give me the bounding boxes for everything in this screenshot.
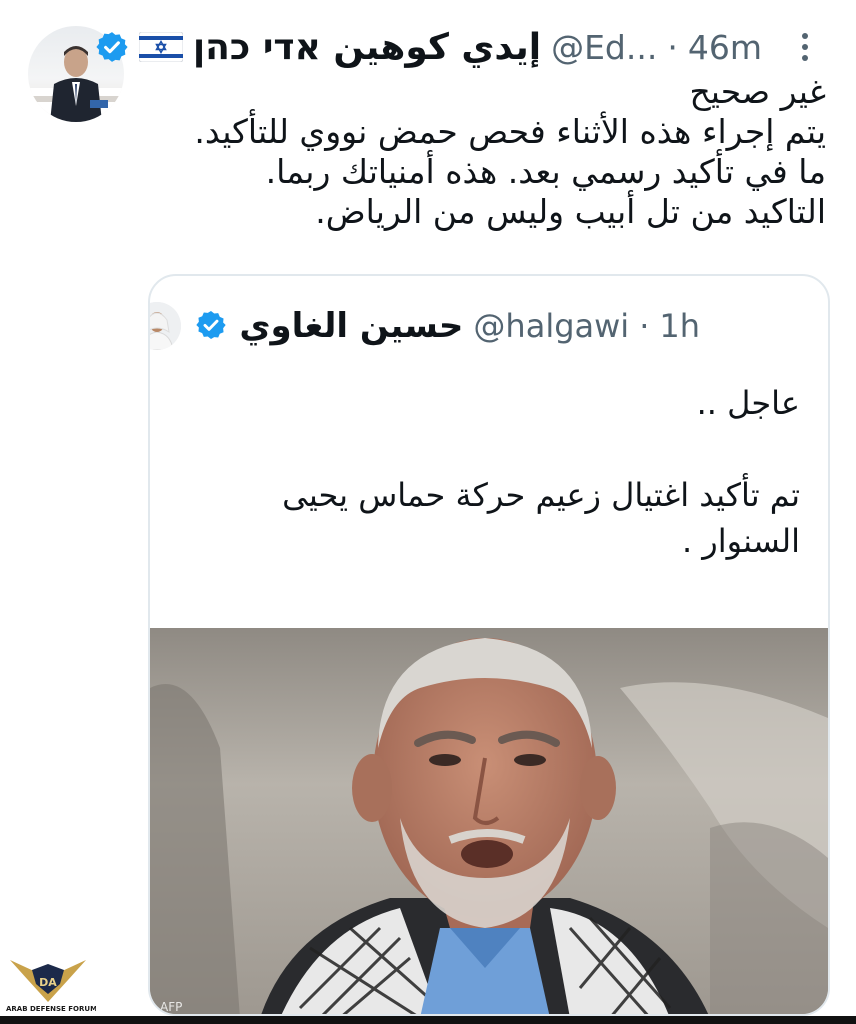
quoted-separator-dot: · <box>639 307 650 345</box>
bottom-strip <box>0 1016 856 1024</box>
quoted-text-line: عاجل .. <box>696 384 800 422</box>
quoted-tweet-text: عاجل .. تم تأكيد اغتيال زعيم حركة حماس ي… <box>180 380 800 564</box>
tweet-text-line: يتم إجراء هذه الأثناء فحص حمض نووي للتأك… <box>194 112 826 151</box>
tweet-text-line: التاكيد من تل أبيب وليس من الرياض. <box>315 192 826 231</box>
tweet-text-line: غير صحيح <box>689 72 827 111</box>
quoted-author-handle[interactable]: @halgawi <box>473 307 629 345</box>
tweet-card[interactable]: إيدي كوهين אדי כהן @Ed... · 46m غير صحيح… <box>0 0 856 1024</box>
portrait-image <box>150 628 828 1014</box>
tweet-timestamp[interactable]: 46m <box>688 28 762 67</box>
author-name[interactable]: إيدي كوهين אדי כהן <box>193 27 541 68</box>
quoted-author-avatar[interactable] <box>150 302 182 350</box>
quoted-tweet-header: حسين الغاوي @halgawi · 1h <box>150 298 700 354</box>
tweet-text: غير صحيح يتم إجراء هذه الأثناء فحص حمض ن… <box>186 72 826 232</box>
tweet-header: إيدي كوهين אדי כהן @Ed... · 46m <box>95 20 820 74</box>
author-handle[interactable]: @Ed... <box>551 28 657 67</box>
quoted-tweet-photo[interactable]: AFP <box>150 628 828 1014</box>
quoted-text-blank-line <box>180 426 800 472</box>
quoted-text-line: تم تأكيد اغتيال زعيم حركة حماس يحيى <box>282 476 800 514</box>
tweet-text-line: ما في تأكيد رسمي بعد. هذه أمنياتك ربما. <box>265 152 826 191</box>
svg-text:DA: DA <box>39 976 57 989</box>
more-options-icon[interactable] <box>790 30 820 64</box>
quoted-author-name[interactable]: حسين الغاوي <box>239 306 463 346</box>
verified-badge-icon <box>95 30 129 64</box>
photo-credit: AFP <box>160 1000 183 1014</box>
quoted-text-line: السنوار . <box>681 522 800 560</box>
quoted-tweet[interactable]: حسين الغاوي @halgawi · 1h عاجل .. تم تأك… <box>148 274 830 1016</box>
separator-dot: · <box>667 27 678 67</box>
israel-flag-icon <box>138 31 184 63</box>
quoted-tweet-timestamp[interactable]: 1h <box>659 307 700 345</box>
watermark-text: ARAB DEFENSE FORUM <box>6 1005 96 1013</box>
quoted-verified-badge-icon <box>195 309 229 343</box>
